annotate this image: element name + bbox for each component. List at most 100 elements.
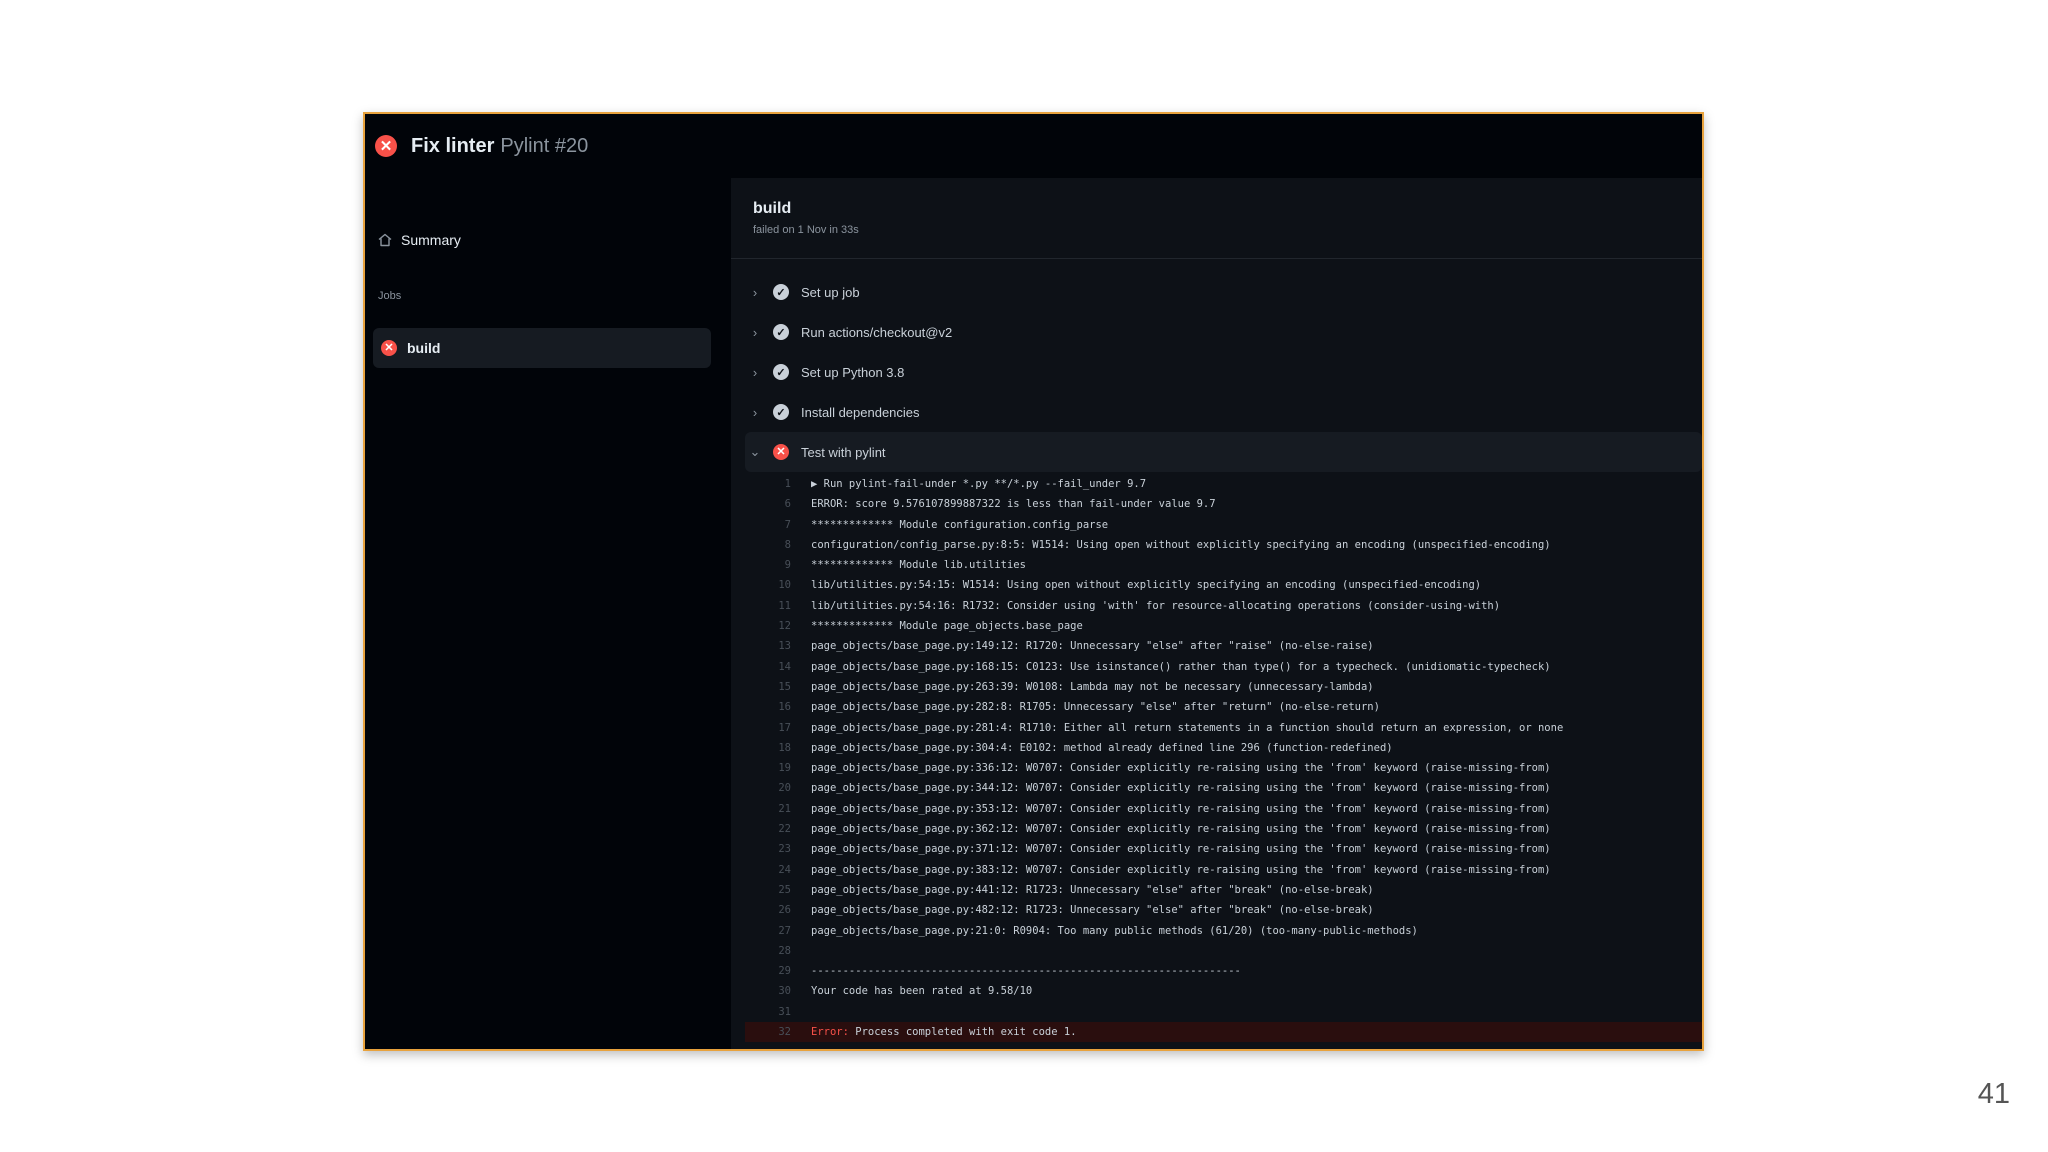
log-line: 31 [745,1002,1702,1022]
step-label: Test with pylint [801,444,886,460]
log-line: 8 configuration/config_parse.py:8:5: W151… [745,535,1702,555]
log-line-number: 19 [778,762,791,775]
log-line: 28 [745,941,1702,961]
log-line-number: 8 [784,538,791,551]
slide: ✕ Fix linter Pylint #20 Summary Jobs ✕ b… [0,0,2048,1152]
log-line: 24 page_objects/base_page.py:383:12: W070… [745,860,1702,880]
job-header: build failed on 1 Nov in 33s [731,178,1702,259]
log-line-number: 7 [784,518,791,531]
log-line: 22 page_objects/base_page.py:362:12: W070… [745,819,1702,839]
log-line-number: 32 [778,1026,791,1039]
step-run-checkout[interactable]: › ✓ Run actions/checkout@v2 [745,312,1702,352]
job-meta: failed on 1 Nov in 33s [753,224,859,236]
log-line-text: ************* Module page_objects.base_p… [811,620,1083,633]
check-circle-icon: ✓ [773,284,789,300]
sidebar-item-summary[interactable]: Summary [377,232,461,248]
log-line-text: lib/utilities.py:54:15: W1514: Using ope… [811,579,1482,592]
sidebar: Summary Jobs ✕ build [365,178,731,1049]
chevron-right-icon: › [752,324,758,340]
step-test-with-pylint[interactable]: ⌄ ✕ Test with pylint [745,432,1702,472]
log-line-number: 23 [778,843,791,856]
chevron-down-icon: ⌄ [749,444,761,459]
log-line-number: 18 [778,741,791,754]
step-list: › ✓ Set up job › ✓ Run actions/checkout@… [745,272,1702,472]
log-line-number: 21 [778,802,791,815]
log-line-number: 29 [778,965,791,978]
step-set-up-job[interactable]: › ✓ Set up job [745,272,1702,312]
log-line-number: 13 [778,640,791,653]
log-line: 26 page_objects/base_page.py:482:12: R172… [745,900,1702,920]
log-line: 19 page_objects/base_page.py:336:12: W070… [745,758,1702,778]
log-line-text [811,941,1702,961]
actions-run-screenshot: ✕ Fix linter Pylint #20 Summary Jobs ✕ b… [363,112,1704,1051]
log-line: 32 Error: Process completed with exit cod… [745,1022,1702,1043]
log-line: 25 page_objects/base_page.py:441:12: R172… [745,880,1702,900]
check-circle-icon: ✓ [773,364,789,380]
log-output: 1 ▶ Run pylint-fail-under *.py **/*.py --… [745,474,1702,1043]
log-line: 9 ************* Module lib.utilities [745,555,1702,575]
log-line-text: page_objects/base_page.py:304:4: E0102: … [811,741,1393,754]
log-line-text: ▶ Run pylint-fail-under *.py **/*.py --f… [811,478,1147,490]
log-line-number: 14 [778,660,791,673]
log-line: 12 ************* Module page_objects.base… [745,616,1702,636]
log-line-number: 27 [778,924,791,937]
log-line: 30 Your code has been rated at 9.58/10 [745,981,1702,1001]
step-label: Install dependencies [801,404,920,420]
log-line-number: 26 [778,904,791,917]
run-subtitle: Pylint #20 [500,134,589,157]
log-line: 15 page_objects/base_page.py:263:39: W010… [745,677,1702,697]
log-line-number: 22 [778,823,791,836]
log-line-number: 20 [778,782,791,795]
log-line: 16 page_objects/base_page.py:282:8: R1705… [745,697,1702,717]
log-line-text: page_objects/base_page.py:482:12: R1723:… [811,904,1374,917]
log-line-number: 16 [778,701,791,714]
log-line-number: 10 [778,579,791,592]
log-line-text: Error: Process completed with exit code … [811,1022,1702,1042]
log-line: 18 page_objects/base_page.py:304:4: E0102… [745,738,1702,758]
log-line-number: 9 [784,559,791,572]
log-line-text: ************* Module lib.utilities [811,559,1026,572]
log-line-number: 6 [784,498,791,511]
sidebar-item-label: Summary [401,232,461,248]
log-line-text: page_objects/base_page.py:282:8: R1705: … [811,701,1380,714]
step-label: Run actions/checkout@v2 [801,324,953,340]
log-line: 11 lib/utilities.py:54:16: R1732: Conside… [745,596,1702,616]
sidebar-item-build[interactable]: ✕ build [373,328,711,368]
step-set-up-python[interactable]: › ✓ Set up Python 3.8 [745,352,1702,392]
chevron-right-icon: › [752,364,758,380]
log-line-number: 31 [778,1005,791,1018]
error-label: Error: [811,1026,849,1039]
chevron-right-icon: › [752,284,758,300]
error-message: Process completed with exit code 1. [855,1026,1077,1039]
home-icon [378,233,392,247]
step-install-dependencies[interactable]: › ✓ Install dependencies [745,392,1702,432]
log-line-text: page_objects/base_page.py:441:12: R1723:… [811,883,1374,896]
log-line-number: 1 [784,478,791,490]
log-line-number: 11 [778,599,791,612]
job-title: build [753,200,792,217]
log-line-text: configuration/config_parse.py:8:5: W1514… [811,538,1551,551]
page-number: 41 [1977,1078,2010,1110]
jobs-heading: Jobs [378,290,402,302]
log-line-text: page_objects/base_page.py:21:0: R0904: T… [811,924,1418,937]
log-line-number: 25 [778,883,791,896]
chevron-right-icon: › [752,404,758,420]
log-line: 29 --------------------------------------… [745,961,1702,981]
log-line-text: page_objects/base_page.py:371:12: W0707:… [811,843,1551,856]
job-label: build [407,340,441,356]
x-circle-icon: ✕ [381,340,397,356]
log-line-text: page_objects/base_page.py:168:15: C0123:… [811,660,1551,673]
log-line-text: page_objects/base_page.py:263:39: W0108:… [811,680,1374,693]
log-line-text: page_objects/base_page.py:353:12: W0707:… [811,802,1551,815]
log-line: 20 page_objects/base_page.py:344:12: W070… [745,778,1702,798]
log-line-text: lib/utilities.py:54:16: R1732: Consider … [811,599,1501,612]
log-line: 27 page_objects/base_page.py:21:0: R0904:… [745,921,1702,941]
log-line-number: 28 [778,944,791,957]
x-circle-icon: ✕ [375,135,397,157]
log-line-text: page_objects/base_page.py:336:12: W0707:… [811,762,1551,775]
log-line-text: page_objects/base_page.py:362:12: W0707:… [811,823,1551,836]
run-title: Fix linter [411,134,495,157]
log-line: 14 page_objects/base_page.py:168:15: C012… [745,657,1702,677]
log-line: 21 page_objects/base_page.py:353:12: W070… [745,799,1702,819]
log-line-number: 24 [778,863,791,876]
